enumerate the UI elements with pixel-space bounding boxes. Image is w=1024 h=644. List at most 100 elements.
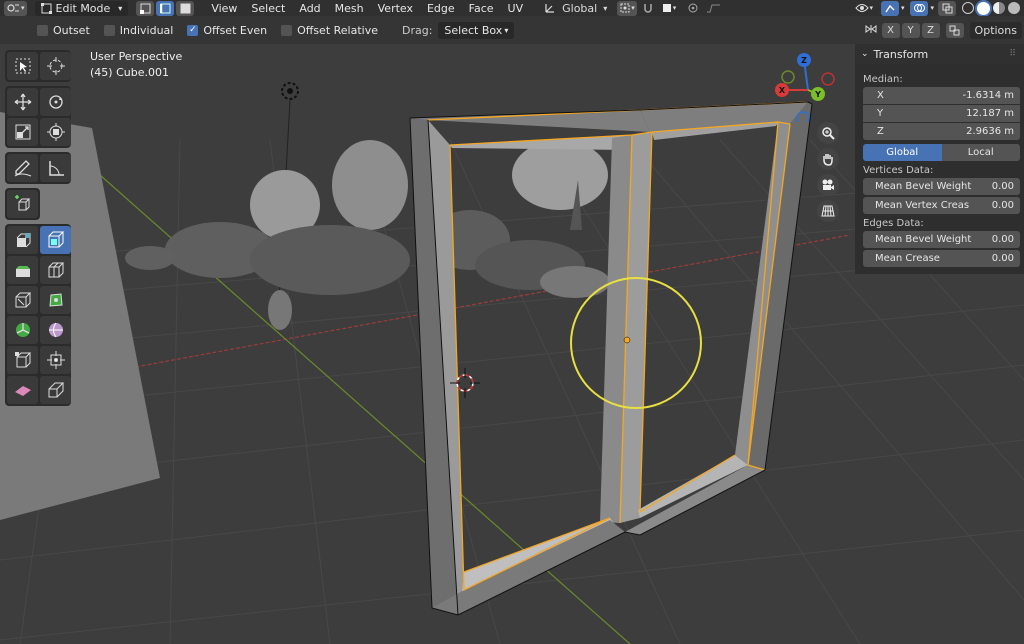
measure-tool[interactable] xyxy=(40,154,71,182)
perspective-toggle-button[interactable] xyxy=(817,200,839,222)
offset-relative-checkbox[interactable]: Offset Relative xyxy=(281,24,378,37)
transform-icon xyxy=(46,123,65,141)
z-label: Z xyxy=(877,126,884,137)
knife-icon xyxy=(15,292,31,308)
rip-region-tool[interactable] xyxy=(40,376,71,404)
scale-icon xyxy=(15,124,30,140)
vertex-select-button[interactable] xyxy=(136,0,155,16)
drag-select[interactable]: Select Box ▾ xyxy=(438,21,515,39)
menu-mesh[interactable]: Mesh xyxy=(328,2,371,15)
camera-view-button[interactable] xyxy=(817,174,839,196)
xray-icon xyxy=(942,3,952,13)
proportional-edit-toggle[interactable] xyxy=(684,1,702,16)
bevel-tool[interactable] xyxy=(7,256,38,284)
chevron-down-icon[interactable]: ▾ xyxy=(930,4,934,12)
menu-edge[interactable]: Edge xyxy=(420,2,462,15)
knife-tool[interactable] xyxy=(7,286,38,314)
navigation-gizmo[interactable]: Z X Y xyxy=(773,52,843,122)
move-tool[interactable] xyxy=(7,88,38,116)
snap-face-icon xyxy=(662,4,671,12)
rotate-tool[interactable] xyxy=(40,88,71,116)
loop-cut-tool[interactable] xyxy=(40,256,71,284)
proportional-falloff-button[interactable] xyxy=(704,1,726,16)
menu-view[interactable]: View xyxy=(204,2,244,15)
add-cube-tool[interactable] xyxy=(7,190,38,218)
pencil-icon xyxy=(14,160,31,177)
zoom-button[interactable] xyxy=(817,122,839,144)
gizmo-neg-z[interactable] xyxy=(796,111,810,122)
editor-type-button[interactable]: ▾ xyxy=(4,0,27,16)
shading-material-icon[interactable] xyxy=(993,2,1005,14)
bevel-icon xyxy=(15,266,30,277)
spin-tool[interactable] xyxy=(7,316,38,344)
pan-button[interactable] xyxy=(817,148,839,170)
edge-select-button[interactable] xyxy=(156,0,175,16)
mean-bevel-weight-edge-field[interactable]: Mean Bevel Weight 0.00 xyxy=(863,231,1020,248)
mean-bevel-weight-vertex-field[interactable]: Mean Bevel Weight 0.00 xyxy=(863,178,1020,195)
extrude-region-tool[interactable] xyxy=(7,226,38,254)
visibility-button[interactable]: ▾ xyxy=(853,1,875,16)
transform-tool[interactable] xyxy=(40,118,71,146)
overlays-toggle[interactable] xyxy=(910,0,929,16)
checkbox-box xyxy=(37,24,48,36)
transform-panel: ⌄ Transform ⠿ Median: X -1.6314 m Y 12.187… xyxy=(855,44,1024,274)
smooth-tool[interactable] xyxy=(40,316,71,344)
snap-icon xyxy=(644,4,652,13)
drag-handle-icon[interactable]: ⠿ xyxy=(1009,49,1016,59)
chevron-down-icon: ▾ xyxy=(869,4,873,12)
gizmo-toggle[interactable] xyxy=(880,0,899,16)
chevron-down-icon: ⌄ xyxy=(861,49,869,59)
offset-even-checkbox[interactable]: ✓ Offset Even xyxy=(187,24,267,37)
edge-slide-tool[interactable] xyxy=(7,346,38,374)
mirror-z-button[interactable]: Z xyxy=(921,22,940,38)
median-y-field[interactable]: Y 12.187 m xyxy=(863,105,1020,122)
viewport-header: ▾ Edit Mode ▾ View Select Add Mesh Verte… xyxy=(0,0,1024,16)
menu-add[interactable]: Add xyxy=(292,2,327,15)
xray-toggle[interactable] xyxy=(938,0,956,16)
chevron-down-icon[interactable]: ▾ xyxy=(901,4,905,12)
local-button[interactable]: Local xyxy=(941,144,1020,161)
mode-select[interactable]: Edit Mode ▾ xyxy=(34,0,129,16)
tool-group-add xyxy=(5,188,40,220)
global-button[interactable]: Global xyxy=(863,144,942,161)
shrink-fatten-tool[interactable] xyxy=(40,346,71,374)
annotate-tool[interactable] xyxy=(7,154,38,182)
poly-build-tool[interactable] xyxy=(40,286,71,314)
shear-tool[interactable] xyxy=(7,376,38,404)
shading-rendered-icon[interactable] xyxy=(1008,2,1020,14)
median-x-field[interactable]: X -1.6314 m xyxy=(863,87,1020,104)
chevron-down-icon: ▾ xyxy=(21,4,25,12)
outset-checkbox[interactable]: Outset xyxy=(37,24,90,37)
median-z-field[interactable]: Z 2.9636 m xyxy=(863,123,1020,140)
mirror-x-button[interactable]: X xyxy=(881,22,900,38)
mean-vertex-crease-field[interactable]: Mean Vertex Creas 0.00 xyxy=(863,197,1020,214)
mirror-y-button[interactable]: Y xyxy=(901,22,920,38)
drag-value: Select Box xyxy=(444,23,503,37)
orientation-select[interactable]: Global ▾ xyxy=(540,1,611,16)
menu-face[interactable]: Face xyxy=(462,2,501,15)
scale-tool[interactable] xyxy=(7,118,38,146)
face-select-button[interactable] xyxy=(176,0,195,16)
cursor-tool[interactable] xyxy=(40,52,71,80)
gizmo-neg-y[interactable] xyxy=(781,70,795,84)
menu-uv[interactable]: UV xyxy=(501,2,531,15)
auto-merge-button[interactable] xyxy=(945,22,964,38)
gizmo-neg-x[interactable] xyxy=(821,72,835,86)
menu-select[interactable]: Select xyxy=(244,2,292,15)
individual-checkbox[interactable]: Individual xyxy=(103,24,173,37)
shading-wireframe-icon[interactable] xyxy=(962,2,974,14)
menu-vertex[interactable]: Vertex xyxy=(371,2,420,15)
sphere-icon xyxy=(48,322,63,338)
mode-label: Edit Mode xyxy=(55,1,111,15)
edit-mode-icon xyxy=(40,2,52,14)
snap-toggle[interactable] xyxy=(639,1,657,16)
options-button[interactable]: Options xyxy=(969,21,1022,39)
median-point xyxy=(623,336,631,344)
inset-faces-tool[interactable] xyxy=(40,226,71,254)
pivot-point-button[interactable]: ▾ xyxy=(617,0,637,16)
select-box-tool[interactable] xyxy=(7,52,38,80)
transform-panel-header[interactable]: ⌄ Transform ⠿ xyxy=(855,44,1024,64)
shading-solid-icon[interactable] xyxy=(977,1,990,15)
mean-crease-field[interactable]: Mean Crease 0.00 xyxy=(863,250,1020,267)
snap-target-button[interactable]: ▾ xyxy=(659,1,679,16)
